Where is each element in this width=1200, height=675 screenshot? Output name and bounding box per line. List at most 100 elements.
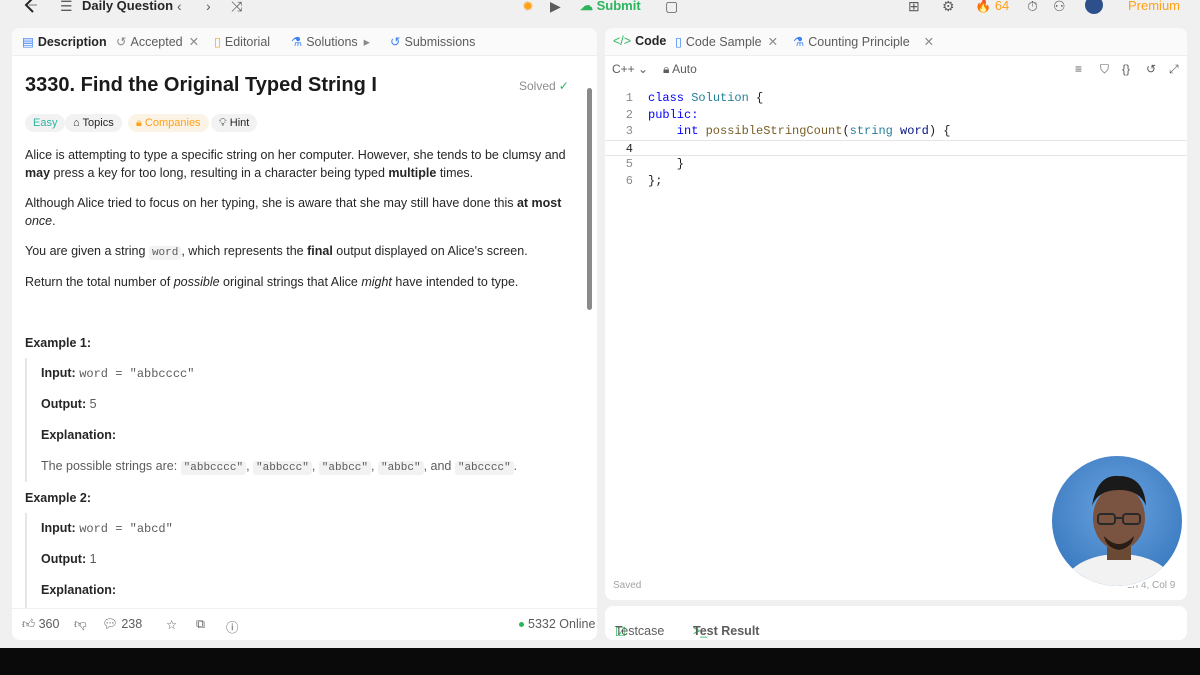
description-tab-bar: ▤ Description ↺ Accepted ✕ ▯ Editorial ⚗ Solu… — [12, 28, 597, 56]
example-1-block: Input: word = "abbcccc" Output: 5 Explan… — [25, 358, 570, 482]
help-icon[interactable]: ⓘ — [226, 617, 239, 636]
description-paragraph-3: You are given a string word, which repre… — [25, 244, 528, 260]
debug-icon[interactable]: ✹ — [522, 0, 534, 15]
run-icon[interactable]: ▶ — [550, 0, 561, 15]
shuffle-icon[interactable]: ⤨ — [231, 0, 242, 15]
format-icon[interactable]: ≡ — [1075, 62, 1082, 76]
document-icon: ▯ — [675, 35, 682, 49]
flask-icon: ⚗ — [291, 35, 303, 49]
difficulty-badge: Easy — [25, 114, 66, 132]
example-1-explanation-label: Explanation: — [41, 428, 117, 442]
description-scrollbar[interactable] — [587, 88, 592, 310]
lock-icon: 🔒︎ — [136, 117, 142, 129]
webcam-overlay — [1050, 454, 1184, 588]
tab-code-sample[interactable]: ▯ Code Sample ✕ — [675, 34, 778, 49]
streak-count: 64 — [994, 0, 1010, 13]
next-problem-icon[interactable]: › — [206, 0, 211, 14]
prev-problem-icon[interactable]: ‹ — [177, 0, 182, 14]
tab-accepted[interactable]: ↺ Accepted ✕ — [116, 34, 199, 49]
code-icon: </> — [613, 34, 632, 48]
notes-icon[interactable]: ▢ — [665, 0, 678, 15]
close-tab-icon[interactable]: ✕ — [189, 35, 199, 49]
tab-submissions[interactable]: ↺ Submissions — [390, 34, 475, 49]
bookmark-icon[interactable]: ⛉ — [1100, 62, 1109, 77]
saved-status: Saved — [613, 580, 642, 591]
online-dot-icon — [519, 622, 524, 628]
description-icon: ▤ — [22, 35, 34, 49]
example-2-block: Input: word = "abcd" Output: 1 Explanati… — [25, 513, 570, 608]
problem-list-icon[interactable]: ☰ — [60, 0, 73, 15]
screen-bottom-bar — [0, 648, 1200, 675]
check-circle-icon: ✓ — [558, 79, 569, 93]
user-avatar[interactable] — [1085, 0, 1103, 14]
solved-status: Solved ✓ — [519, 79, 569, 93]
leetcode-logo-icon[interactable] — [22, 0, 40, 14]
code-line: 5 } — [625, 157, 685, 171]
layout-icon[interactable]: ⊞ — [908, 0, 920, 15]
chevron-down-icon: ⌄ — [638, 62, 649, 76]
example-1-title: Example 1: — [25, 336, 92, 350]
example-2-explanation-label: Explanation: — [41, 583, 117, 597]
topics-button[interactable]: ⌂ Topics — [65, 114, 122, 132]
hint-button[interactable]: 💡︎ Hint — [211, 114, 258, 132]
submit-button[interactable]: ☁ Submit — [580, 0, 641, 14]
reset-icon[interactable]: ↺ — [1146, 62, 1156, 76]
code-tab-bar: </> Code ▯ Code Sample ✕ ⚗ Counting Principl… — [605, 28, 1187, 56]
tab-code[interactable]: </> Code — [613, 34, 666, 48]
online-count: 5332 Online — [519, 617, 595, 631]
presenter-image — [1064, 475, 1174, 586]
tab-counting-principle[interactable]: ⚗ Counting Principle ✕ — [793, 34, 934, 49]
tab-solutions[interactable]: ⚗ Solutions ▸ — [291, 34, 370, 49]
description-paragraph-4: Return the total number of possible orig… — [25, 275, 519, 289]
description-paragraph-1: Alice is attempting to type a specific s… — [25, 148, 566, 180]
tab-editorial[interactable]: ▯ Editorial — [214, 34, 270, 49]
companies-button[interactable]: 🔒︎ Companies — [128, 114, 209, 132]
comment-icon: 💬︎ — [102, 617, 118, 631]
favorite-star-icon[interactable]: ☆ — [166, 617, 177, 632]
streak-counter[interactable]: 🔥 64 — [975, 0, 1009, 14]
history-icon: ↺ — [390, 35, 401, 49]
dislike-button[interactable]: 👎︎ — [74, 617, 87, 632]
submit-label: Submit — [596, 0, 641, 13]
code-line: 2 public: — [625, 107, 699, 122]
top-nav-bar: ☰ Daily Question ‹ › ⤨ ✹ ▶ ☁ Submit ▢ ⊞ … — [0, 0, 1200, 14]
code-line: 1 class Solution { — [625, 91, 764, 105]
thumbs-up-icon: 👍︎ — [22, 617, 36, 631]
fullscreen-icon[interactable]: ⤢ — [1169, 62, 1179, 77]
editor-toolbar: C++ ⌄ 🔒︎ Auto ≡ ⛉ {} ↺ ⤢ — [605, 56, 1187, 82]
book-icon: ▯ — [214, 35, 221, 49]
example-1-input: Input: word = "abbcccc" — [41, 366, 195, 381]
timer-icon[interactable]: ⏱ — [1027, 0, 1038, 15]
comments-button[interactable]: 💬︎ 238 — [102, 617, 142, 632]
add-friend-icon[interactable]: ⚇ — [1053, 0, 1066, 15]
flask-icon: ⚗ — [793, 35, 805, 49]
history-icon: ↺ — [116, 35, 127, 49]
code-line-current: 4 — [605, 139, 1187, 156]
tab-description[interactable]: ▤ Description — [22, 34, 107, 49]
thumbs-down-icon: 👎︎ — [74, 617, 87, 631]
example-1-explanation: The possible strings are: "abbcccc", "ab… — [41, 459, 518, 475]
language-select[interactable]: C++ ⌄ — [612, 62, 648, 76]
close-tab-icon[interactable]: ✕ — [768, 35, 778, 49]
share-icon[interactable]: ⧉ — [196, 617, 205, 632]
braces-icon[interactable]: {} — [1122, 62, 1130, 76]
lock-icon: 🔒︎ — [663, 62, 670, 76]
code-line: 3 int possibleStringCount(string word) { — [625, 124, 951, 138]
tag-icon: ⌂ — [73, 117, 80, 129]
example-2-output: Output: 1 — [41, 552, 97, 566]
close-tab-icon[interactable]: ✕ — [924, 35, 934, 49]
auto-mode-toggle[interactable]: 🔒︎ Auto — [663, 62, 697, 77]
example-1-output: Output: 5 — [41, 397, 97, 411]
description-footer: 👍︎ 360 👎︎ 💬︎ 238 ☆ ⧉ ⓘ 5332 Online — [12, 608, 597, 640]
like-button[interactable]: 👍︎ 360 — [22, 617, 59, 632]
premium-link[interactable]: Premium — [1128, 0, 1180, 13]
code-line: 6}; — [625, 173, 663, 188]
fire-icon: 🔥 — [975, 0, 992, 13]
problem-title: 3330. Find the Original Typed String I — [25, 74, 377, 96]
play-icon: ▸ — [363, 35, 370, 49]
cloud-upload-icon: ☁ — [580, 0, 593, 13]
console-panel: ☑ Testcase >_ Test Result — [605, 606, 1187, 640]
daily-question-title[interactable]: Daily Question — [82, 0, 173, 13]
example-2-input: Input: word = "abcd" — [41, 521, 173, 536]
settings-gear-icon[interactable]: ⚙ — [942, 0, 955, 15]
